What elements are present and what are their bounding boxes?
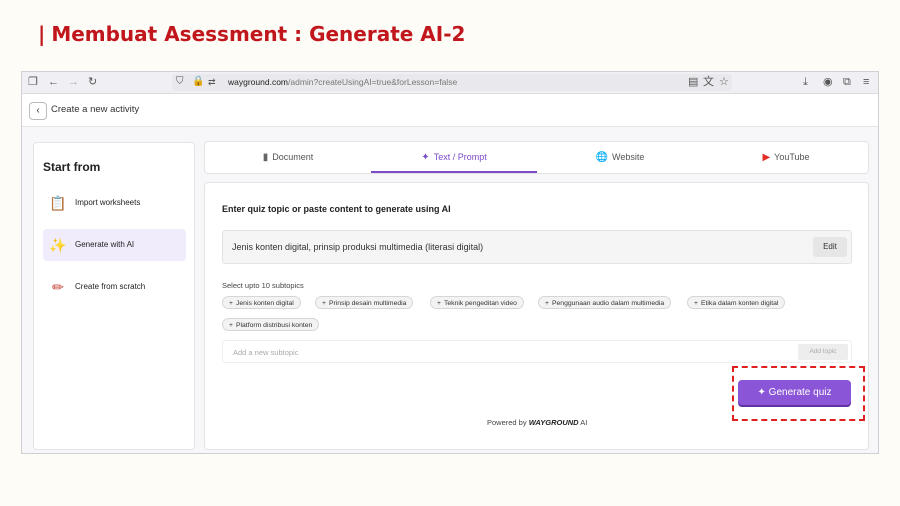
plus-icon: +	[229, 300, 233, 307]
chip-label: Penggunaan audio dalam multimedia	[551, 300, 665, 307]
pencil-icon: ✏	[52, 279, 64, 295]
tab-label: Website	[612, 152, 645, 162]
back-button[interactable]: ‹	[29, 102, 47, 120]
url-bar[interactable]: ⛉ 🔒 ⇄ wayground.com/admin?createUsingAI=…	[172, 74, 732, 91]
youtube-icon: ▶	[762, 152, 771, 163]
plus-icon: +	[437, 300, 441, 307]
brand-logo: WAYGROUND	[528, 418, 579, 427]
sidebar-item-generate-with-ai[interactable]: ✨ Generate with AI	[43, 229, 186, 261]
browser-toolbar: ❐ ← → ↻ ⛉ 🔒 ⇄ wayground.com/admin?create…	[22, 72, 878, 94]
sidebar-item-create-from-scratch[interactable]: ✏ Create from scratch	[43, 271, 186, 303]
permissions-icon[interactable]: ⇄	[208, 75, 216, 89]
plus-icon: +	[545, 300, 549, 307]
sparkle-icon: ✦	[421, 152, 430, 163]
sidebar-item-import-worksheets[interactable]: 📋 Import worksheets	[43, 187, 186, 219]
active-tab-indicator	[371, 171, 537, 173]
translate-icon[interactable]: 文	[703, 75, 714, 89]
shield-icon[interactable]: ⛉	[176, 75, 184, 89]
tab-label: Text / Prompt	[433, 152, 487, 162]
sparkle-icon: ✨	[49, 237, 67, 253]
chip-label: Teknik pengeditan video	[443, 300, 517, 307]
browser-window: ❐ ← → ↻ ⛉ 🔒 ⇄ wayground.com/admin?create…	[21, 71, 879, 454]
chip-label: Prinsip desain multimedia	[328, 300, 407, 307]
lock-icon[interactable]: 🔒	[192, 75, 204, 89]
sidebar-item-label: Generate with AI	[75, 240, 135, 249]
sidebar-toggle-icon[interactable]: ❐	[28, 75, 38, 89]
edit-button[interactable]: Edit	[813, 237, 847, 257]
title-bar: |	[38, 22, 46, 46]
tab-youtube[interactable]: ▶ YouTube	[703, 142, 869, 173]
chip-label: Jenis konten digital	[235, 300, 294, 307]
worksheet-icon: 📋	[49, 195, 67, 211]
page-title: Create a new activity	[51, 104, 140, 115]
extensions-icon[interactable]: ⧉	[843, 75, 851, 89]
menu-icon[interactable]: ≡	[863, 75, 869, 89]
tab-website[interactable]: 🌐 Website	[537, 142, 703, 173]
document-icon: ▮	[262, 152, 269, 163]
sidebar-item-label: Import worksheets	[75, 198, 141, 207]
subtopic-chip[interactable]: + Jenis konten digital	[222, 296, 301, 309]
forward-arrow-icon[interactable]: →	[68, 75, 79, 89]
tab-document[interactable]: ▮ Document	[205, 142, 371, 173]
generate-quiz-label: Generate quiz	[768, 387, 832, 398]
powered-prefix: Powered by	[487, 418, 527, 427]
source-tabs: ▮ Document ✦ Text / Prompt 🌐 Website ▶ YouTu…	[204, 141, 869, 174]
tab-label: YouTube	[774, 152, 810, 162]
subtopic-chip[interactable]: + Teknik pengeditan video	[430, 296, 524, 309]
plus-icon: +	[322, 300, 326, 307]
sidebar-item-label: Create from scratch	[75, 282, 146, 291]
chip-label: Platform distribusi konten	[235, 322, 313, 329]
reader-view-icon[interactable]: ▤	[688, 75, 698, 89]
subtopic-chip[interactable]: + Prinsip desain multimedia	[315, 296, 414, 309]
add-subtopic-placeholder: Add a new subtopic	[233, 348, 299, 357]
slide-title: | Membuat Asessment : Generate AI-2	[38, 22, 465, 46]
url-text: wayground.com/admin?createUsingAI=true&f…	[228, 77, 457, 87]
topic-value: Jenis konten digital, prinsip produksi m…	[232, 242, 484, 252]
url-host: wayground.com	[228, 77, 289, 87]
back-arrow-icon[interactable]: ←	[48, 75, 59, 89]
account-icon[interactable]: ◉	[823, 75, 833, 89]
generate-quiz-button[interactable]: ✦ Generate quiz	[738, 380, 851, 405]
download-icon[interactable]: ⤓	[803, 75, 808, 89]
add-topic-button[interactable]: Add topic	[798, 344, 848, 360]
subtopic-chip[interactable]: + Etika dalam konten digital	[687, 296, 786, 309]
tab-text-prompt[interactable]: ✦ Text / Prompt	[371, 142, 537, 173]
sidebar-heading: Start from	[43, 160, 101, 174]
url-path: /admin?createUsingAI=true&forLesson=fals…	[288, 77, 458, 87]
subtopic-chip[interactable]: + Platform distribusi konten	[222, 318, 320, 331]
panel-heading: Enter quiz topic or paste content to gen…	[222, 204, 451, 214]
subtopics-label: Select upto 10 subtopics	[222, 281, 304, 290]
title-text: Membuat Asessment : Generate AI-2	[51, 22, 466, 46]
subtopic-chip[interactable]: + Penggunaan audio dalam multimedia	[538, 296, 672, 309]
add-subtopic-input[interactable]: Add a new subtopic Add topic	[222, 340, 852, 363]
globe-icon: 🌐	[595, 152, 609, 163]
bookmark-star-icon[interactable]: ☆	[719, 75, 729, 89]
start-from-sidebar: Start from 📋 Import worksheets ✨ Generat…	[33, 142, 195, 450]
plus-icon: +	[229, 322, 233, 329]
reload-icon[interactable]: ↻	[88, 75, 97, 89]
tab-label: Document	[272, 152, 314, 162]
prompt-panel: Enter quiz topic or paste content to gen…	[204, 182, 869, 450]
app-header: ‹ Create a new activity	[22, 94, 878, 127]
topic-input[interactable]: Jenis konten digital, prinsip produksi m…	[222, 230, 852, 264]
plus-icon: +	[694, 300, 698, 307]
powered-suffix: AI	[580, 418, 588, 427]
sparkle-icon: ✦	[757, 387, 766, 398]
powered-by: Powered by WAYGROUND AI	[487, 418, 587, 427]
chip-label: Etika dalam konten digital	[700, 300, 779, 307]
